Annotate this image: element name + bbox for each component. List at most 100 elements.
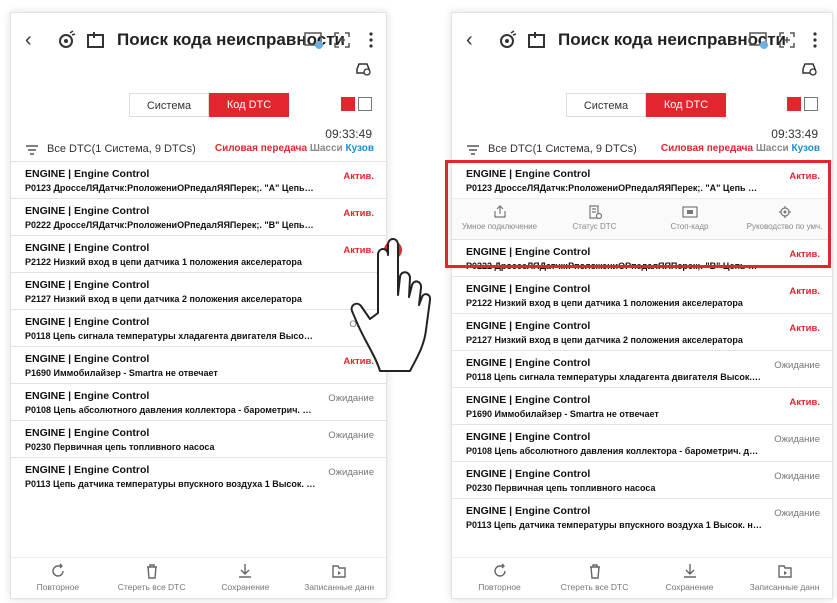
dtc-list-item[interactable]: ENGINE | Engine Control P0108 Цепь абсолю… (452, 424, 832, 461)
dtc-status: Актив. (789, 286, 820, 297)
more-menu-icon[interactable] (804, 29, 826, 51)
dtc-system: ENGINE | Engine Control (25, 242, 150, 254)
vehicle-connect-icon[interactable] (55, 29, 77, 51)
dtc-list-item[interactable]: ENGINE | Engine Control P0108 Цепь абсолю… (11, 383, 386, 420)
tab-dtc-code[interactable]: Код DTC (209, 93, 289, 117)
category-body[interactable]: Кузов (791, 143, 820, 154)
save-button[interactable]: Сохранение (199, 558, 293, 598)
dtc-list-item[interactable]: ENGINE | Engine Control P0118 Цепь сигнал… (452, 350, 832, 387)
dtc-list-item[interactable]: ENGINE | Engine Control P0123 ДроссеЛЯДат… (11, 161, 386, 198)
video-icon[interactable] (748, 29, 770, 51)
save-label: Сохранение (221, 582, 270, 592)
recorded-data-button[interactable]: Записанные данн (292, 558, 386, 598)
recorded-data-icon (777, 565, 792, 578)
dtc-list-item[interactable]: ENGINE | Engine Control P0113 Цепь датчик… (452, 498, 832, 535)
dtc-list-item[interactable]: ENGINE | Engine Control P0113 Цепь датчик… (11, 457, 386, 494)
list-view-icon[interactable] (341, 97, 355, 111)
dtc-code: P2127 Низкий вход в цепи датчика 2 полож… (466, 335, 743, 345)
save-button[interactable]: Сохранение (642, 558, 737, 598)
clear-all-dtc-button[interactable]: Стереть все DTC (105, 558, 199, 598)
dtc-system: ENGINE | Engine Control (25, 279, 150, 291)
category-powertrain[interactable]: Силовая передача (215, 143, 307, 154)
dtc-list-item[interactable]: ENGINE | Engine Control P2122 Низкий вход… (452, 276, 832, 313)
recorded-data-icon (332, 565, 346, 578)
dtc-system: ENGINE | Engine Control (25, 464, 150, 476)
dtc-code: P0108 Цепь абсолютного давления коллекто… (25, 405, 316, 415)
dtc-code: P0113 Цепь датчика температуры впускного… (25, 479, 316, 489)
dtc-code: P0230 Первичная цепь топливного насоса (25, 442, 215, 452)
capture-icon[interactable] (331, 29, 353, 51)
dtc-status: Актив. (343, 171, 374, 182)
back-icon[interactable]: ‹ (466, 29, 473, 52)
dtc-system: ENGINE | Engine Control (25, 390, 150, 402)
more-menu-icon[interactable] (360, 29, 382, 51)
filter-icon[interactable] (466, 143, 480, 157)
car-scan-icon[interactable] (354, 59, 372, 77)
dtc-code: P1690 Иммобилайзер - Smartra не отвечает (466, 409, 659, 419)
dtc-status: Ожидание (328, 393, 374, 404)
category-chassis[interactable]: Шасси (756, 143, 789, 154)
recorded-data-button[interactable]: Записанные данн (737, 558, 832, 598)
timestamp: 09:33:49 (325, 127, 372, 141)
view-toggle (787, 97, 818, 111)
dtc-list: ENGINE | Engine Control P0123 ДроссеЛЯДат… (11, 161, 386, 494)
category-filters: Силовая передача Шасси Кузов (215, 143, 374, 154)
phone-screen-right: ‹ Поиск кода неисправности Система Код D… (451, 12, 833, 599)
dtc-summary: Все DTC(1 Система, 9 DTCs) (488, 143, 637, 155)
dtc-code: P1690 Иммобилайзер - Smartra не отвечает (25, 368, 218, 378)
dtc-list-item[interactable]: ENGINE | Engine Control P2122 Низкий вход… (11, 235, 386, 272)
refresh-icon (493, 563, 506, 577)
dtc-code: P0118 Цепь сигнала температуры хладагент… (25, 331, 316, 341)
vehicle-connect-icon[interactable] (496, 29, 518, 51)
recorded-label: Записанные данн (749, 582, 820, 592)
grid-view-icon[interactable] (358, 97, 372, 111)
category-filters: Силовая передача Шасси Кузов (661, 143, 820, 154)
timestamp: 09:33:49 (771, 127, 818, 141)
dtc-code: P0118 Цепь сигнала температуры хладагент… (466, 372, 762, 382)
dtc-summary: Все DTC(1 Система, 9 DTCs) (47, 143, 196, 155)
category-chassis[interactable]: Шасси (310, 143, 343, 154)
view-tabs: Система Код DTC (566, 93, 726, 117)
tab-dtc-code[interactable]: Код DTC (646, 93, 726, 117)
bottom-toolbar: Повторное Стереть все DTC Сохранение Зап… (452, 557, 832, 598)
capture-icon[interactable] (776, 29, 798, 51)
clear-all-dtc-button[interactable]: Стереть все DTC (547, 558, 642, 598)
clear-label: Стереть все DTC (560, 582, 629, 592)
grid-view-icon[interactable] (804, 97, 818, 111)
phone-screen-left: ‹ Поиск кода неисправности Система Код D… (10, 12, 387, 599)
back-icon[interactable]: ‹ (25, 29, 32, 52)
dtc-list-item[interactable]: ENGINE | Engine Control P1690 Иммобилайзе… (11, 346, 386, 383)
dtc-list-item[interactable]: ENGINE | Engine Control P2127 Низкий вход… (11, 272, 386, 309)
dtc-list-item[interactable]: ENGINE | Engine Control P0222 ДроссеЛЯДат… (11, 198, 386, 235)
dtc-code: P2122 Низкий вход в цепи датчика 1 полож… (25, 257, 302, 267)
dtc-list-item[interactable]: ENGINE | Engine Control P0230 Первичная ц… (11, 420, 386, 457)
filter-icon[interactable] (25, 143, 39, 157)
video-icon[interactable] (303, 29, 325, 51)
car-scan-icon[interactable] (800, 59, 818, 77)
category-body[interactable]: Кузов (345, 143, 374, 154)
dtc-list-item[interactable]: ENGINE | Engine Control P1690 Иммобилайзе… (452, 387, 832, 424)
folder-icon[interactable] (526, 29, 548, 51)
dtc-system: ENGINE | Engine Control (466, 394, 591, 406)
dtc-list-item[interactable]: ENGINE | Engine Control P2127 Низкий вход… (452, 313, 832, 350)
dtc-status: Актив. (789, 397, 820, 408)
bottom-toolbar: Повторное Стереть все DTC Сохранение Зап… (11, 557, 386, 598)
trash-icon (589, 564, 600, 579)
dtc-system: ENGINE | Engine Control (466, 283, 591, 295)
dtc-system: ENGINE | Engine Control (466, 468, 591, 480)
dtc-status: Ожидание (328, 430, 374, 441)
repeat-button[interactable]: Повторное (11, 558, 105, 598)
folder-icon[interactable] (85, 29, 107, 51)
dtc-status: Актив. (789, 323, 820, 334)
tab-system[interactable]: Система (566, 93, 646, 117)
summary-row: Все DTC(1 Система, 9 DTCs) Силовая перед… (11, 141, 386, 159)
tab-system[interactable]: Система (129, 93, 209, 117)
dtc-code: P0222 ДроссеЛЯДатчк:РположениОРпедалЯЯПе… (25, 220, 316, 230)
repeat-button[interactable]: Повторное (452, 558, 547, 598)
category-powertrain[interactable]: Силовая передача (661, 143, 753, 154)
dtc-list-item[interactable]: ENGINE | Engine Control P0118 Цепь сигнал… (11, 309, 386, 346)
dtc-status: Актив. (343, 208, 374, 219)
list-view-icon[interactable] (787, 97, 801, 111)
dtc-code: P2127 Низкий вход в цепи датчика 2 полож… (25, 294, 302, 304)
dtc-list-item[interactable]: ENGINE | Engine Control P0230 Первичная ц… (452, 461, 832, 498)
